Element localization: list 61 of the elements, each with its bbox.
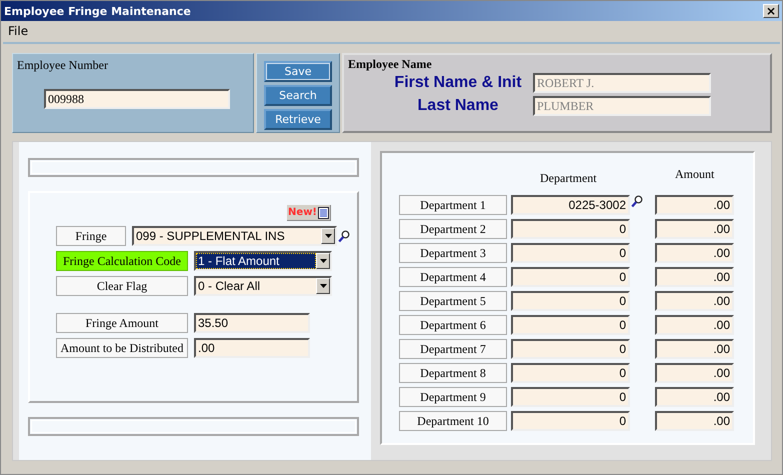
amount-field[interactable]: .00 bbox=[655, 243, 734, 263]
dropdown-value: 099 - SUPPLEMENTAL INS bbox=[135, 228, 286, 244]
amount-field[interactable]: .00 bbox=[655, 291, 734, 311]
amount-field[interactable]: .00 bbox=[655, 363, 734, 383]
dropdown-value: 0 - Clear All bbox=[197, 278, 262, 294]
department-field[interactable]: 0 bbox=[511, 363, 630, 383]
window-title: Employee Fringe Maintenance bbox=[4, 4, 191, 18]
close-button[interactable]: × bbox=[763, 4, 779, 18]
department-label: Department 7 bbox=[399, 339, 507, 359]
department-label: Department 6 bbox=[399, 315, 507, 335]
department-label: Department 2 bbox=[399, 219, 507, 239]
dropdown[interactable]: 0 - Clear All bbox=[194, 276, 332, 296]
action-button[interactable]: Retrieve bbox=[264, 109, 332, 130]
employee-name-heading: Employee Name bbox=[348, 57, 432, 72]
search-icon[interactable] bbox=[631, 195, 643, 208]
department-field[interactable]: 0 bbox=[511, 219, 630, 239]
department-label: Department 5 bbox=[399, 291, 507, 311]
last-name-label: Last Name bbox=[416, 97, 500, 115]
amount-field[interactable]: .00 bbox=[194, 338, 310, 358]
field-label: Fringe Calculation Code bbox=[56, 251, 188, 271]
department-label: Department 10 bbox=[399, 411, 507, 431]
amount-field[interactable]: .00 bbox=[655, 339, 734, 359]
amount-field[interactable]: .00 bbox=[655, 219, 734, 239]
employee-number-field[interactable]: 009988 bbox=[44, 89, 230, 109]
amount-field[interactable]: .00 bbox=[655, 411, 734, 431]
employee-number-label: Employee Number bbox=[17, 58, 108, 73]
department-label: Department 4 bbox=[399, 267, 507, 287]
field-label: Amount to be Distributed bbox=[56, 338, 188, 358]
dropdown-value: 1 - Flat Amount bbox=[196, 253, 316, 269]
amount-field[interactable]: .00 bbox=[655, 315, 734, 335]
column-header: Amount bbox=[675, 167, 714, 182]
department-field[interactable]: 0 bbox=[511, 243, 630, 263]
action-button[interactable]: Save bbox=[264, 61, 332, 82]
amount-field[interactable]: .00 bbox=[655, 195, 734, 215]
amount-field[interactable]: 35.50 bbox=[194, 313, 310, 333]
department-field[interactable]: 0225-3002 bbox=[511, 195, 630, 215]
menu-item[interactable]: File bbox=[8, 24, 28, 38]
dropdown[interactable]: 1 - Flat Amount bbox=[194, 251, 332, 271]
department-field[interactable]: 0 bbox=[511, 291, 630, 311]
department-label: Department 8 bbox=[399, 363, 507, 383]
search-icon[interactable] bbox=[338, 230, 350, 242]
action-button[interactable]: Search bbox=[264, 85, 332, 106]
field-label: Fringe Amount bbox=[56, 313, 188, 333]
first-name-field[interactable]: ROBERT J. bbox=[533, 73, 711, 93]
field-label: Fringe bbox=[56, 226, 126, 246]
department-field[interactable]: 0 bbox=[511, 387, 630, 407]
amount-field[interactable]: .00 bbox=[655, 387, 734, 407]
field-label: Clear Flag bbox=[56, 276, 188, 296]
department-label: Department 1 bbox=[399, 195, 507, 215]
department-label: Department 3 bbox=[399, 243, 507, 263]
first-name-label: First Name & Init bbox=[393, 74, 523, 92]
department-field[interactable]: 0 bbox=[511, 339, 630, 359]
column-header: Department bbox=[540, 171, 597, 186]
department-label: Department 9 bbox=[399, 387, 507, 407]
dropdown[interactable]: 099 - SUPPLEMENTAL INS bbox=[132, 226, 337, 246]
department-field[interactable]: 0 bbox=[511, 411, 630, 431]
list-icon bbox=[318, 206, 329, 218]
amount-field[interactable]: .00 bbox=[655, 267, 734, 287]
last-name-field[interactable]: PLUMBER bbox=[533, 96, 711, 116]
department-field[interactable]: 0 bbox=[511, 267, 630, 287]
department-field[interactable]: 0 bbox=[511, 315, 630, 335]
